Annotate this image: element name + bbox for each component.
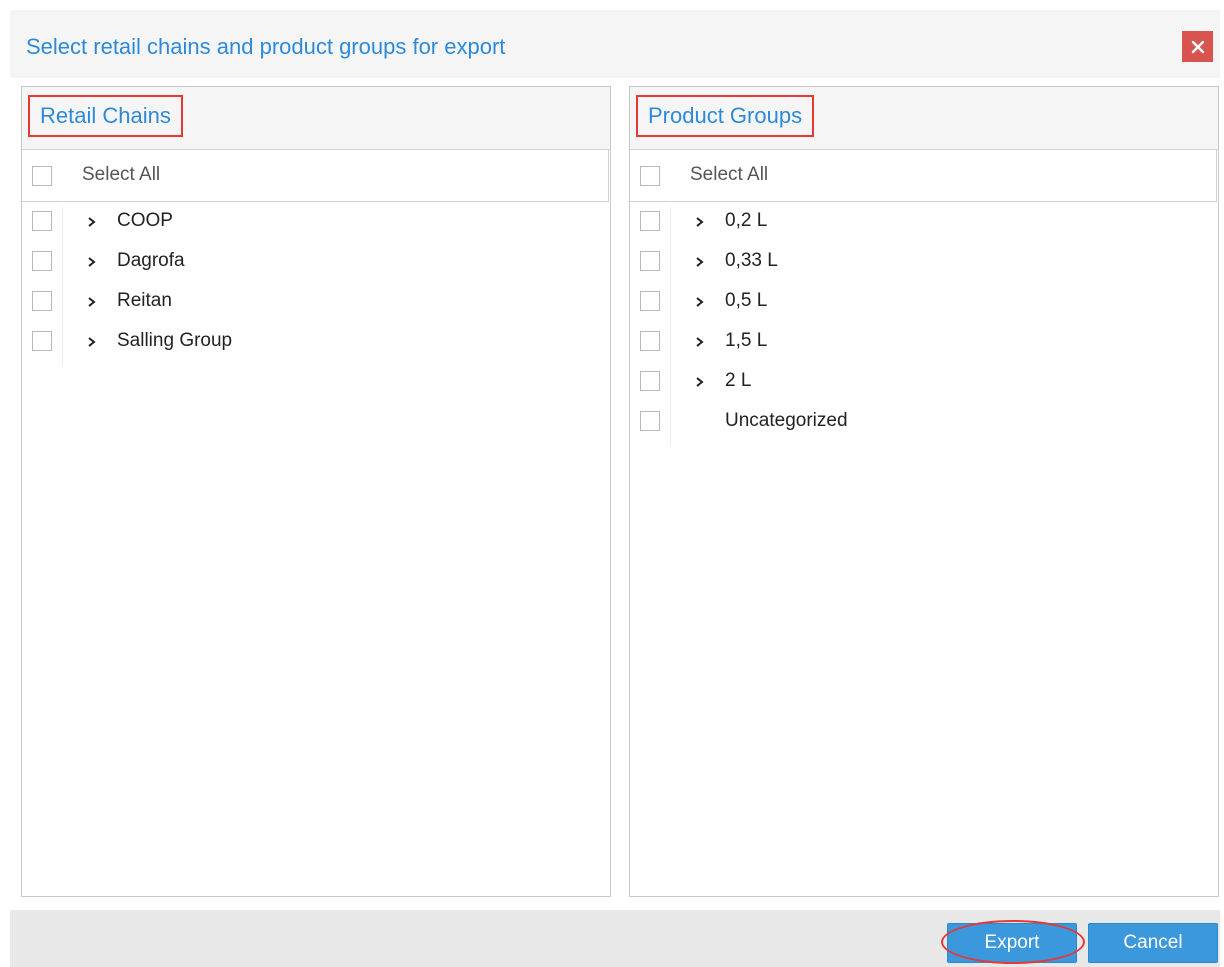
chevron-right-icon[interactable] [692,252,708,272]
product-groups-select-all-row[interactable]: Select All [630,150,1217,202]
dialog-title: Select retail chains and product groups … [26,34,506,59]
product-groups-title: Product Groups [636,95,815,137]
tree-item-label: 0,2 L [725,210,768,231]
tree-item-label: 2 L [725,370,752,391]
tree-divider [62,286,63,326]
tree-item-checkbox[interactable] [32,211,52,231]
tree-item-1-5-l: 1,5 L [630,326,1218,366]
chevron-right-icon[interactable] [692,332,708,352]
chevron-right-icon[interactable] [692,372,708,392]
export-dialog: Select retail chains and product groups … [10,10,1220,967]
dialog-titlebar: Select retail chains and product groups … [10,10,1220,78]
tree-divider [670,406,671,446]
close-button[interactable] [1182,31,1213,62]
cancel-button[interactable]: Cancel [1088,923,1218,963]
tree-item-label: 0,33 L [725,250,778,271]
tree-item-salling-group: Salling Group [22,326,610,366]
tree-item-checkbox[interactable] [32,331,52,351]
tree-item-coop: COOP [22,206,610,246]
tree-item-label: 0,5 L [725,290,768,311]
retail-chains-select-all-row[interactable]: Select All [22,150,609,202]
product-groups-header: Product Groups [630,87,1218,150]
chevron-right-icon[interactable] [692,292,708,312]
tree-item-0-33-l: 0,33 L [630,246,1218,286]
tree-item-label: Dagrofa [117,250,185,271]
retail-chains-panel: Retail Chains Select All COOP Dagrofa Re… [21,86,611,897]
export-button[interactable]: Export [947,923,1077,963]
close-icon [1191,40,1204,53]
tree-divider [670,366,671,406]
tree-item-label: Salling Group [117,330,233,351]
tree-item-checkbox[interactable] [640,371,660,391]
tree-divider [62,326,63,366]
tree-divider [670,206,671,246]
retail-chains-header: Retail Chains [22,87,610,150]
tree-item-label: Uncategorized [725,410,848,431]
tree-item-reitan: Reitan [22,286,610,326]
tree-item-label: Reitan [117,290,172,311]
tree-item-dagrofa: Dagrofa [22,246,610,286]
tree-item-label: 1,5 L [725,330,768,351]
tree-item-checkbox[interactable] [32,251,52,271]
chevron-right-icon[interactable] [84,212,100,232]
chevron-right-icon[interactable] [84,292,100,312]
tree-item-checkbox[interactable] [32,291,52,311]
tree-item-2-l: 2 L [630,366,1218,406]
tree-item-uncategorized: Uncategorized [630,406,1218,446]
chevron-right-icon[interactable] [84,252,100,272]
chevron-right-icon[interactable] [84,332,100,352]
product-groups-panel: Product Groups Select All 0,2 L 0,33 L 0… [629,86,1219,897]
tree-item-label: COOP [117,210,173,231]
product-groups-tree: 0,2 L 0,33 L 0,5 L 1,5 L 2 L Uncategoriz… [630,206,1218,446]
product-groups-select-all-checkbox[interactable] [640,166,660,186]
tree-item-checkbox[interactable] [640,411,660,431]
tree-item-checkbox[interactable] [640,291,660,311]
retail-chains-title: Retail Chains [28,95,183,137]
tree-item-checkbox[interactable] [640,251,660,271]
tree-divider [670,286,671,326]
tree-item-0-5-l: 0,5 L [630,286,1218,326]
dialog-footer: Export Cancel [10,910,1220,967]
chevron-right-icon[interactable] [692,212,708,232]
tree-item-checkbox[interactable] [640,331,660,351]
retail-chains-tree: COOP Dagrofa Reitan Salling Group [22,206,610,366]
tree-divider [670,326,671,366]
retail-chains-select-all-checkbox[interactable] [32,166,52,186]
tree-item-checkbox[interactable] [640,211,660,231]
product-groups-select-all-label: Select All [690,164,769,185]
tree-divider [62,246,63,286]
retail-chains-select-all-label: Select All [82,164,161,185]
tree-divider [62,206,63,246]
tree-item-0-2-l: 0,2 L [630,206,1218,246]
tree-divider [670,246,671,286]
